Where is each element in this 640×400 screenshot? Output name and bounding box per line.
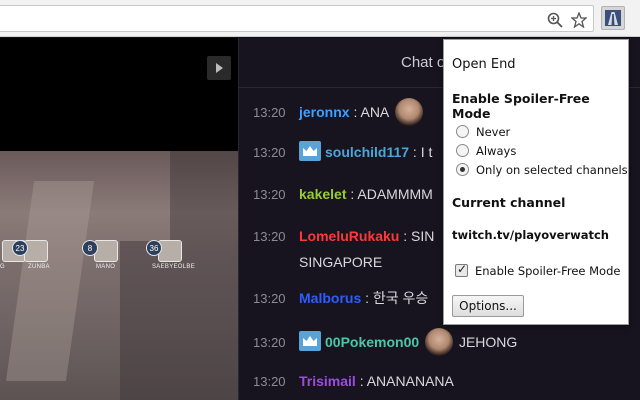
message-timestamp: 13:20	[253, 374, 286, 389]
message-timestamp: 13:20	[253, 145, 286, 160]
theatre-toggle-icon[interactable]	[207, 56, 231, 80]
options-button[interactable]: Options...	[452, 295, 524, 317]
message-text: JEHONG	[458, 334, 518, 350]
chat-title: Chat o	[401, 54, 446, 71]
chat-username[interactable]: soulchild117	[325, 144, 409, 160]
hero-roster: G 23 ZUNBA 8 MANO 36 SAEBYEOLBE	[0, 238, 238, 274]
message-timestamp: 13:20	[253, 335, 286, 350]
chat-username[interactable]: jeronnx	[299, 104, 350, 120]
message-timestamp: 13:20	[253, 229, 286, 244]
chat-username[interactable]: Malborus	[299, 290, 361, 306]
emote-icon	[395, 98, 424, 126]
open-end-extension-icon[interactable]	[601, 6, 625, 30]
popup-title: Open End	[452, 57, 516, 72]
message-text: ANA	[360, 104, 390, 120]
message-text: I t	[420, 144, 433, 160]
chat-username[interactable]: LomeluRukaku	[299, 228, 399, 244]
address-bar[interactable]	[0, 5, 594, 32]
message-text: SINGAPORE	[299, 254, 383, 270]
message-timestamp: 13:20	[253, 187, 286, 202]
hero-card: 36 SAEBYEOLBE	[146, 238, 195, 274]
current-channel: twitch.tv/playoverwatch	[452, 228, 609, 242]
radio-button[interactable]	[456, 144, 469, 157]
bookmark-star-icon[interactable]	[571, 12, 587, 28]
chat-username[interactable]: Trisimail	[299, 373, 356, 389]
subscriber-badge-icon[interactable]	[299, 141, 321, 161]
chat-message: 13:20 00Pokemon00 JEHONG	[253, 328, 633, 356]
hero-card: 8 MANO	[82, 238, 122, 274]
mode-heading: Enable Spoiler-Free Mode	[452, 91, 590, 121]
chat-username[interactable]: kakelet	[299, 186, 346, 202]
hero-card: 23 ZUNBA	[12, 238, 52, 274]
zoom-icon[interactable]	[547, 12, 563, 28]
checkbox[interactable]	[455, 262, 468, 277]
message-text: ADAMMMM	[357, 186, 433, 202]
message-timestamp: 13:20	[253, 105, 286, 120]
radio-button[interactable]	[456, 125, 469, 138]
chat-message: 13:20 Trisimail : ANANANANA	[253, 369, 633, 394]
radio-button[interactable]	[456, 163, 469, 176]
chat-username[interactable]: 00Pokemon00	[325, 334, 419, 350]
subscriber-badge-icon[interactable]	[299, 331, 321, 351]
open-end-popup: Open End Enable Spoiler-Free Mode Never …	[443, 39, 629, 325]
message-text: ANANANANA	[366, 373, 454, 389]
video-player[interactable]: G 23 ZUNBA 8 MANO 36 SAEBYEOLBE	[0, 38, 238, 400]
video-frame: G 23 ZUNBA 8 MANO 36 SAEBYEOLBE	[0, 151, 238, 400]
browser-toolbar	[0, 0, 640, 37]
channel-heading: Current channel	[452, 195, 566, 210]
message-text: SIN	[411, 228, 435, 244]
emote-icon	[425, 328, 454, 356]
message-timestamp: 13:20	[253, 291, 286, 306]
message-text: 한국 우승	[372, 290, 429, 306]
